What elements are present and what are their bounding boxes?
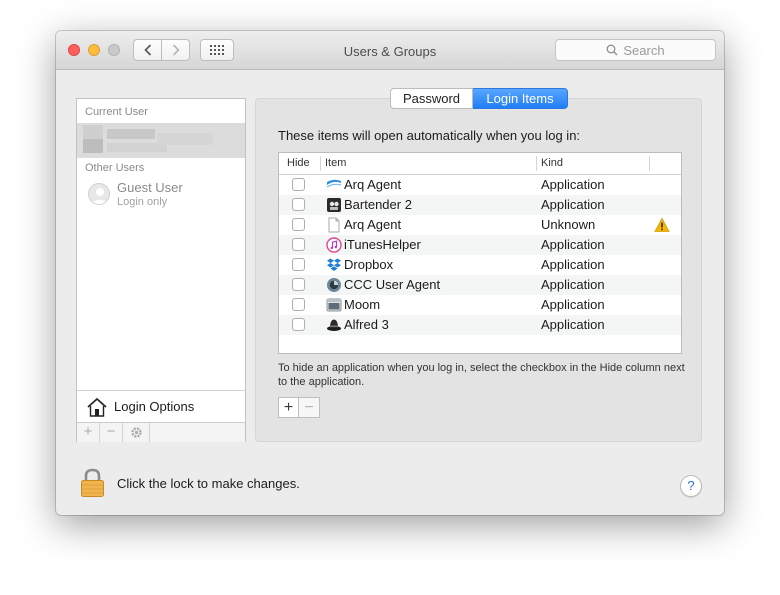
hide-checkbox[interactable]: [292, 178, 305, 191]
hide-checkbox[interactable]: [292, 218, 305, 231]
table-row[interactable]: Alfred 3 Application: [279, 315, 681, 335]
item-name: iTunesHelper: [344, 237, 421, 252]
item-name: CCC User Agent: [344, 277, 441, 292]
item-kind: Application: [541, 317, 605, 332]
column-divider: [649, 156, 650, 171]
column-header-kind[interactable]: Kind: [537, 153, 647, 174]
login-options-label: Login Options: [114, 399, 195, 414]
item-kind: Application: [541, 297, 605, 312]
moom-icon: [326, 298, 342, 312]
login-options-item[interactable]: Login Options: [77, 390, 245, 422]
item-kind: Application: [541, 177, 605, 192]
add-user-button[interactable]: +: [77, 423, 100, 442]
item-name: Bartender 2: [344, 197, 412, 212]
login-items-toolbar: + −: [278, 397, 320, 418]
item-name: Moom: [344, 297, 381, 312]
item-kind: Application: [541, 237, 605, 252]
guest-avatar: [88, 183, 110, 205]
item-name: Dropbox: [344, 257, 394, 272]
users-groups-window: Users & Groups Search Current User Other…: [56, 31, 724, 515]
table-row[interactable]: Moom Application: [279, 295, 681, 315]
blank-document-icon: [328, 217, 340, 233]
arq-agent-icon: [326, 179, 342, 188]
guest-user-subtitle: Login only: [117, 196, 168, 208]
search-placeholder: Search: [623, 42, 665, 58]
item-name: Arq Agent: [344, 217, 402, 232]
hide-checkbox[interactable]: [292, 258, 305, 271]
remove-user-button[interactable]: −: [100, 423, 123, 442]
table-header: Hide Item Kind: [279, 153, 681, 175]
itunes-icon: [326, 237, 342, 253]
gear-icon: [130, 427, 142, 438]
item-kind: Application: [541, 197, 605, 212]
lock-row: Click the lock to make changes.: [80, 468, 300, 498]
tab-password[interactable]: Password: [390, 88, 473, 109]
add-login-item-button[interactable]: +: [278, 397, 299, 418]
help-button[interactable]: ?: [680, 475, 702, 497]
hide-checkbox[interactable]: [292, 318, 305, 331]
warning-icon: [654, 217, 670, 232]
user-extra-blur: [157, 133, 213, 145]
item-kind: Unknown: [541, 217, 596, 232]
tab-control: Password Login Items: [390, 88, 568, 109]
tab-login-items[interactable]: Login Items: [473, 88, 568, 109]
guest-user-name[interactable]: Guest User: [117, 180, 183, 195]
lock-icon[interactable]: [80, 468, 105, 498]
bartender-icon: [327, 198, 341, 212]
title-bar: Users & Groups Search: [56, 31, 724, 70]
column-header-hide[interactable]: Hide: [283, 153, 321, 174]
alfred-icon: [327, 319, 341, 331]
login-items-table: Hide Item Kind Arq Agent Application Bar…: [278, 152, 682, 354]
remove-login-item-button[interactable]: −: [299, 397, 320, 418]
user-name-blur: [107, 129, 155, 139]
action-button[interactable]: [123, 423, 150, 442]
avatar: [83, 125, 103, 139]
table-row[interactable]: Arq Agent Unknown: [279, 215, 681, 235]
table-row[interactable]: Dropbox Application: [279, 255, 681, 275]
table-row[interactable]: iTunesHelper Application: [279, 235, 681, 255]
column-header-item[interactable]: Item: [321, 153, 536, 174]
avatar-blur-part: [83, 139, 103, 153]
other-users-label: Other Users: [85, 162, 145, 174]
table-row[interactable]: Arq Agent Application: [279, 175, 681, 195]
item-kind: Application: [541, 277, 605, 292]
house-icon: [87, 397, 107, 417]
item-name: Alfred 3: [344, 317, 389, 332]
hide-checkbox[interactable]: [292, 198, 305, 211]
current-user-label: Current User: [85, 106, 148, 118]
table-row[interactable]: CCC User Agent Application: [279, 275, 681, 295]
lock-message: Click the lock to make changes.: [117, 475, 300, 491]
hide-checkbox[interactable]: [292, 278, 305, 291]
item-kind: Application: [541, 257, 605, 272]
search-field[interactable]: Search: [555, 39, 716, 61]
hide-checkbox[interactable]: [292, 298, 305, 311]
ccc-icon: [327, 278, 341, 292]
person-silhouette-icon: [92, 188, 108, 204]
current-user-row[interactable]: [77, 123, 245, 158]
login-items-intro: These items will open automatically when…: [278, 128, 581, 143]
hide-instructions: To hide an application when you log in, …: [278, 362, 685, 388]
users-sidebar: Current User Other Users Guest User Logi…: [76, 98, 246, 442]
table-row[interactable]: Bartender 2 Application: [279, 195, 681, 215]
sidebar-toolbar: + −: [77, 422, 245, 442]
item-name: Arq Agent: [344, 177, 402, 192]
search-icon: [606, 44, 618, 56]
dropbox-icon: [327, 258, 341, 271]
hide-checkbox[interactable]: [292, 238, 305, 251]
